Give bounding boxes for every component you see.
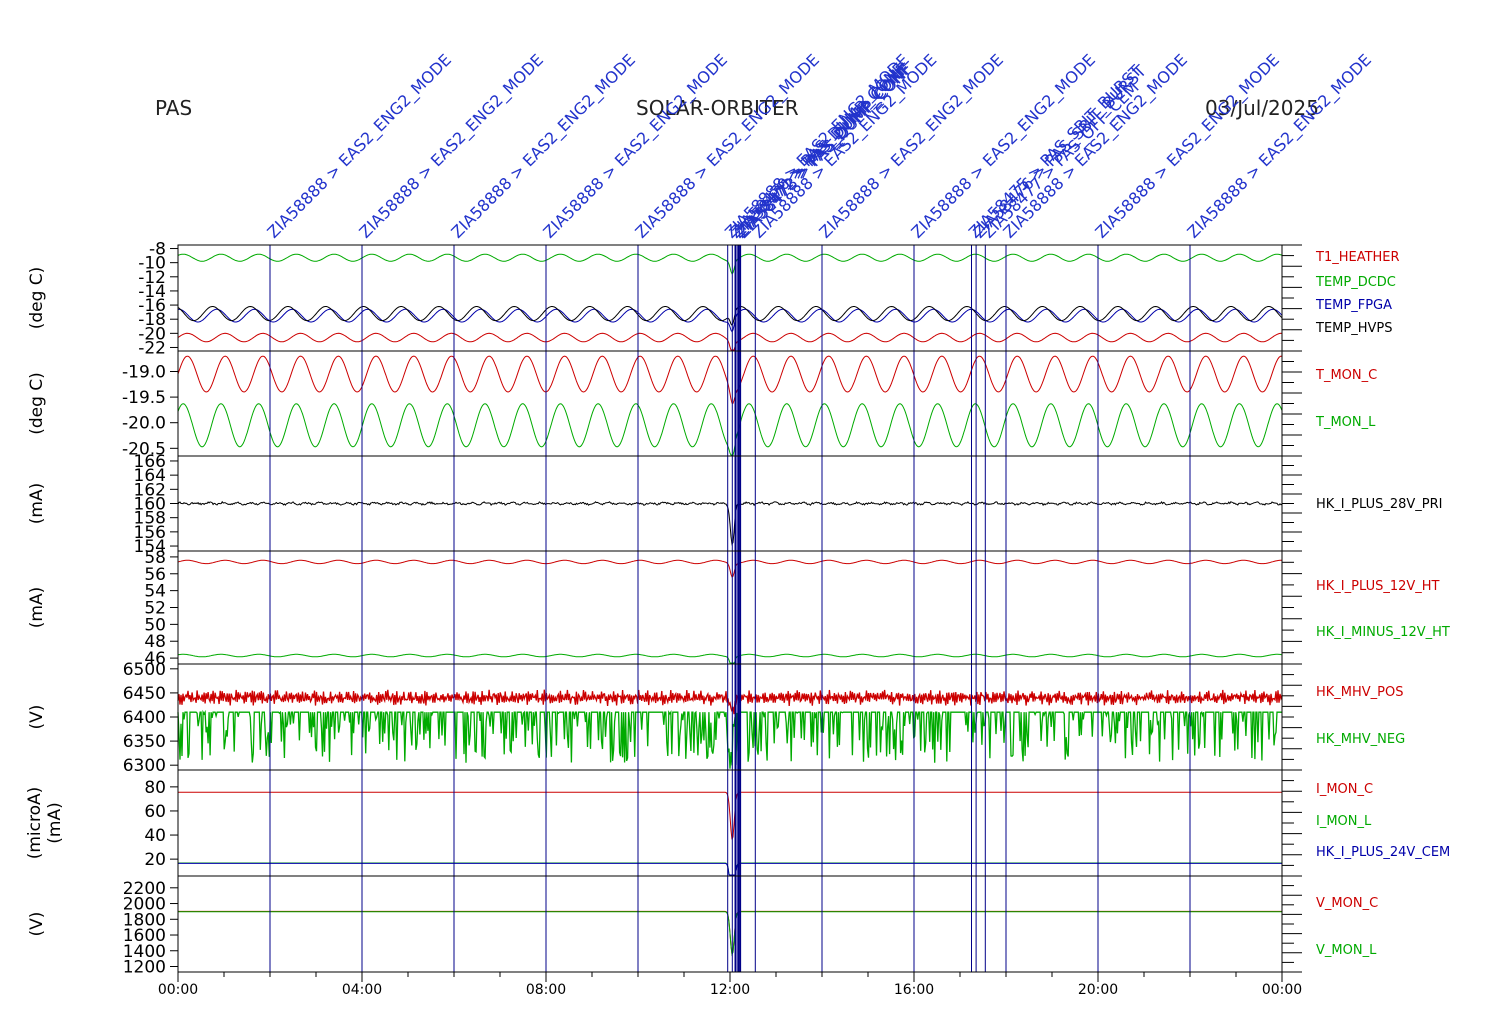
x-tick-label: 00:00 xyxy=(1262,982,1302,998)
y-tick-label: 60 xyxy=(144,802,166,822)
y-tick-label: 80 xyxy=(144,778,166,798)
series-line-v_mon_l xyxy=(178,911,1282,957)
legend-v_mon_c: V_MON_C xyxy=(1316,896,1378,911)
series-line-t_mon_l xyxy=(177,403,1283,456)
series-line-i_mon_c xyxy=(178,791,1282,840)
series-line-temp_dcdc xyxy=(177,253,1283,275)
y-axis-label: (deg C) xyxy=(27,267,47,330)
legend-t1_heather: T1_HEATHER xyxy=(1315,250,1400,265)
y-tick-label: 40 xyxy=(144,826,166,846)
y-axis-label-2: (mA) xyxy=(45,802,65,843)
y-tick-label: -20.0 xyxy=(122,414,166,434)
series-line-hk_mhv_neg xyxy=(177,709,1282,769)
legend-v_mon_l: V_MON_L xyxy=(1316,943,1377,958)
y-tick-label: -19.5 xyxy=(122,388,166,408)
y-tick-label: 1200 xyxy=(123,957,166,977)
event-label: ZIA58888 > EAS2_ENG2_MODE xyxy=(355,50,547,242)
panel-frame xyxy=(177,350,1283,457)
series-line-hk_i_minus_12v_ht xyxy=(177,653,1283,664)
series-line-t1_heather xyxy=(177,332,1283,351)
legend-t_mon_l: T_MON_L xyxy=(1315,415,1376,430)
y-tick-label: 6300 xyxy=(123,756,166,776)
y-axis-label: (deg C) xyxy=(27,372,47,435)
series-line-hk_mhv_pos xyxy=(177,689,1283,715)
legend-hk_mhv_neg: HK_MHV_NEG xyxy=(1316,732,1405,747)
y-tick-label: -22 xyxy=(138,338,166,358)
x-tick-label: 12:00 xyxy=(710,982,750,998)
legend-hk_i_minus_12v_ht: HK_I_MINUS_12V_HT xyxy=(1316,625,1450,640)
y-tick-label: 6350 xyxy=(123,732,166,752)
x-tick-label: 04:00 xyxy=(342,982,382,998)
y-axis-label: (V) xyxy=(27,705,47,730)
series-line-hk_i_plus_24v_cem xyxy=(178,862,1282,876)
series-line-hk_i_plus_12v_ht xyxy=(177,559,1282,578)
legend-temp_hvps: TEMP_HVPS xyxy=(1315,321,1392,336)
event-label: ZIA58888 > EAS2_ENG2_MODE xyxy=(263,50,455,242)
y-axis-label: (mA) xyxy=(27,587,47,628)
x-tick-label: 20:00 xyxy=(1078,982,1118,998)
series-line-i_mon_l xyxy=(178,862,1282,876)
y-tick-label: 6450 xyxy=(123,684,166,704)
x-tick-label: 00:00 xyxy=(158,982,198,998)
legend-hk_i_plus_24v_cem: HK_I_PLUS_24V_CEM xyxy=(1316,845,1450,860)
panel-frame xyxy=(177,550,1283,665)
housekeeping-plot: -8-10-12-14-16-18-20-22(deg C)T1_HEATHER… xyxy=(25,50,1450,998)
y-tick-label: 6500 xyxy=(123,660,166,680)
x-tick-label: 16:00 xyxy=(894,982,934,998)
legend-temp_fpga: TEMP_FPGA xyxy=(1315,298,1392,313)
legend-i_mon_l: I_MON_L xyxy=(1316,814,1372,829)
y-axis-label: (microA) xyxy=(25,787,45,860)
series-line-t_mon_c xyxy=(177,355,1283,404)
x-tick-label: 08:00 xyxy=(526,982,566,998)
y-axis-label: (mA) xyxy=(27,483,47,524)
y-tick-label: 6400 xyxy=(123,708,166,728)
legend-hk_mhv_pos: HK_MHV_POS xyxy=(1316,685,1404,700)
legend-i_mon_c: I_MON_C xyxy=(1316,782,1373,797)
event-label: ZIA58888 > EAS2_ENG2_MODE xyxy=(631,50,823,242)
legend-temp_dcdc: TEMP_DCDC xyxy=(1315,275,1396,290)
series-line-temp_hvps xyxy=(177,305,1283,327)
legend-t_mon_c: T_MON_C xyxy=(1315,368,1377,383)
event-label: ZIA58888 > EAS2_ENG2_MODE xyxy=(999,50,1191,242)
event-label: ZIA58888 > EAS2_ENG2_MODE xyxy=(447,50,639,242)
legend-hk_i_plus_12v_ht: HK_I_PLUS_12V_HT xyxy=(1316,579,1440,594)
legend-hk_i_plus_28v_pri: HK_I_PLUS_28V_PRI xyxy=(1316,497,1442,512)
y-axis-label: (V) xyxy=(27,912,47,937)
event-label: ZIA58888 > EAS2_ENG2_MODE xyxy=(539,50,731,242)
event-label: ZIA58888 > EAS2_ENG2_MODE xyxy=(1183,50,1375,242)
series-line-hk_i_plus_28v_pri xyxy=(177,500,1283,546)
y-tick-label: 20 xyxy=(144,850,166,870)
panel-frame xyxy=(177,875,1283,973)
y-tick-label: -19.0 xyxy=(122,362,166,382)
